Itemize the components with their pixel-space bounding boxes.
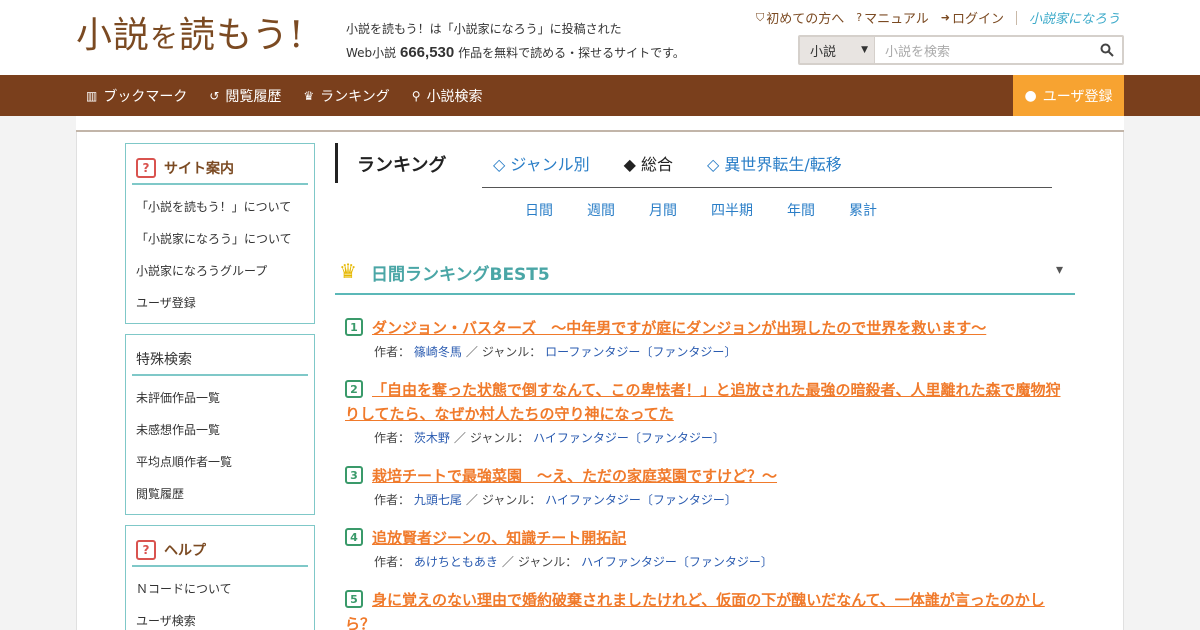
crown-icon: ♛ xyxy=(303,88,315,103)
tab-isekai[interactable]: ◇ 異世界転生/転移 xyxy=(707,151,842,175)
history-icon: ↺ xyxy=(209,88,220,103)
ranking-header-bar xyxy=(335,143,338,183)
genre-link[interactable]: ハイファンタジー〔ファンタジー〕 xyxy=(545,493,737,507)
top-links: ⛉ 初めての方へ ? マニュアル ➜ ログイン 小説家になろう xyxy=(756,8,1120,27)
genre-link[interactable]: ハイファンタジー〔ファンタジー〕 xyxy=(533,431,725,445)
nav-search[interactable]: ⚲ 小説検索 xyxy=(412,86,483,106)
sidebar-link-user-search[interactable]: ユーザ検索 xyxy=(136,605,314,630)
tagline-line1: 小説を読もう！は「小説家になろう」に投稿された xyxy=(346,22,622,36)
period-total[interactable]: 累計 xyxy=(849,200,877,220)
novel-title-link[interactable]: 栽培チートで最強菜園 ～え、ただの家庭菜園ですけど？～ xyxy=(345,464,1065,488)
help-icon: ? xyxy=(136,539,156,560)
sidebar-link-about-narou[interactable]: 「小説家になろう」について xyxy=(136,223,314,255)
novel-title-link[interactable]: 身に覚えのない理由で婚約破棄されましたけれど、仮面の下が醜いだなんて、一体誰が言… xyxy=(345,588,1065,630)
beginners-link[interactable]: ⛉ 初めての方へ xyxy=(756,8,844,28)
site-header: 小説を読もう! 小説を読もう！は「小説家になろう」に投稿された Web小説 66… xyxy=(0,0,1200,75)
period-monthly[interactable]: 月間 xyxy=(649,200,677,220)
period-weekly[interactable]: 週間 xyxy=(587,200,615,220)
ranking-title: ランキング xyxy=(357,155,447,176)
novel-title-link[interactable]: 「自由を奪った状態で倒すなんて、この卑怯者！」と追放された最強の暗殺者、人里離れ… xyxy=(345,378,1065,426)
sidebar-link-no-review[interactable]: 未感想作品一覧 xyxy=(136,414,314,446)
site-tagline: 小説を読もう！は「小説家になろう」に投稿された Web小説 666,530 作品… xyxy=(346,17,685,65)
search-box: 小説 ▼ 小説を検索 xyxy=(798,35,1124,65)
shield-icon: ⛉ xyxy=(756,10,765,24)
manual-link[interactable]: ? マニュアル xyxy=(856,8,928,27)
login-link[interactable]: ➜ ログイン xyxy=(941,8,1004,27)
period-daily[interactable]: 日間 xyxy=(525,200,553,220)
novel-title-link[interactable]: ダンジョン・バスターズ ～中年男ですが庭にダンジョンが出現したので世界を救います… xyxy=(345,316,1065,340)
nav-bookmark[interactable]: ▥ ブックマーク xyxy=(86,86,187,106)
rank-number-badge: 5 xyxy=(345,590,363,608)
main-nav: ▥ ブックマーク ↺ 閲覧履歴 ♛ ランキング ⚲ 小説検索 ● ユーザ登録 xyxy=(0,75,1200,116)
novel-meta: 作者： あけちともあき／ジャンル： ハイファンタジー〔ファンタジー〕 xyxy=(374,555,773,569)
special-search-box: 特殊検索 未評価作品一覧 未感想作品一覧 平均点順作者一覧 閲覧履歴 xyxy=(125,334,315,515)
ranking-tabs: ◇ ジャンル別 ◆ 総合 ◇ 異世界転生/転移 xyxy=(493,151,842,175)
caret-down-icon: ▼ xyxy=(861,45,868,55)
rank-number-badge: 4 xyxy=(345,528,363,546)
special-search-title: 特殊検索 xyxy=(132,343,308,376)
genre-link[interactable]: ハイファンタジー〔ファンタジー〕 xyxy=(581,555,773,569)
nav-history[interactable]: ↺ 閲覧履歴 xyxy=(209,86,281,106)
page-margin-left xyxy=(0,116,76,630)
period-yearly[interactable]: 年間 xyxy=(787,200,815,220)
search-input[interactable]: 小説を検索 xyxy=(875,37,1092,63)
sidebar-link-avg-authors[interactable]: 平均点順作者一覧 xyxy=(136,446,314,478)
sidebar-link-narou-group[interactable]: 小説家になろうグループ xyxy=(136,255,314,287)
books-icon: ▥ xyxy=(86,88,98,103)
novel-title-link[interactable]: 追放賢者ジーンの、知識チート開拓記 xyxy=(345,526,1065,550)
sidebar-link-history[interactable]: 閲覧履歴 xyxy=(136,478,314,510)
page-margin-right xyxy=(1124,116,1200,630)
rank-number-badge: 2 xyxy=(345,380,363,398)
sidebar-link-ncode[interactable]: Ｎコードについて xyxy=(136,573,314,605)
ranking-entry: 3 栽培チートで最強菜園 ～え、ただの家庭菜園ですけど？～ 作者： 九頭七尾／ジ… xyxy=(345,464,1065,512)
search-icon: ⚲ xyxy=(411,88,421,103)
site-guide-box: ? サイト案内 「小説を読もう！」について 「小説家になろう」について 小説家にな… xyxy=(125,143,315,324)
divider xyxy=(1015,10,1017,25)
tabs-divider xyxy=(482,187,1052,188)
help-box: ? ヘルプ Ｎコードについて ユーザ検索 xyxy=(125,525,315,630)
chevron-down-icon[interactable]: ▾ xyxy=(1056,262,1063,278)
logo-text: 小説を読もう! xyxy=(76,15,305,56)
crown-icon: ♛ xyxy=(339,259,357,283)
search-icon xyxy=(1100,43,1114,57)
tab-overall[interactable]: ◆ 総合 xyxy=(624,151,673,175)
site-guide-title: ? サイト案内 xyxy=(132,152,308,185)
question-icon: ? xyxy=(856,11,863,24)
nav-ranking[interactable]: ♛ ランキング xyxy=(303,86,389,106)
sidebar-link-about-yomou[interactable]: 「小説を読もう！」について xyxy=(136,191,314,223)
ranking-entry: 5 身に覚えのない理由で婚約破棄されましたけれど、仮面の下が醜いだなんて、一体誰… xyxy=(345,588,1065,630)
sidebar-link-unrated[interactable]: 未評価作品一覧 xyxy=(136,382,314,414)
login-icon: ➜ xyxy=(940,11,950,24)
author-link[interactable]: 九頭七尾 xyxy=(414,493,462,507)
ranking-entry: 2 「自由を奪った状態で倒すなんて、この卑怯者！」と追放された最強の暗殺者、人里… xyxy=(345,378,1065,450)
sidebar-link-register[interactable]: ユーザ登録 xyxy=(136,287,314,319)
period-quarterly[interactable]: 四半期 xyxy=(711,200,753,220)
ranking-entry: 1 ダンジョン・バスターズ ～中年男ですが庭にダンジョンが出現したので世界を救い… xyxy=(345,316,1065,364)
register-button[interactable]: ● ユーザ登録 xyxy=(1013,75,1124,116)
period-tabs: 日間 週間 月間 四半期 年間 累計 xyxy=(525,200,911,220)
help-icon: ? xyxy=(136,157,156,178)
novel-meta: 作者： 茨木野／ジャンル： ハイファンタジー〔ファンタジー〕 xyxy=(374,431,725,445)
tab-genre[interactable]: ◇ ジャンル別 xyxy=(493,151,590,175)
author-link[interactable]: あけちともあき xyxy=(414,555,498,569)
help-title: ? ヘルプ xyxy=(132,534,308,567)
author-link[interactable]: 篠崎冬馬 xyxy=(414,345,462,359)
ranking-entry: 4 追放賢者ジーンの、知識チート開拓記 作者： あけちともあき／ジャンル： ハイ… xyxy=(345,526,1065,574)
site-logo[interactable]: 小説を読もう! xyxy=(76,12,304,64)
author-link[interactable]: 茨木野 xyxy=(414,431,450,445)
daily-best-title: 日間ランキングBEST5 xyxy=(371,265,550,285)
search-type-select[interactable]: 小説 ▼ xyxy=(800,37,875,63)
search-button[interactable] xyxy=(1092,37,1122,63)
genre-link[interactable]: ローファンタジー〔ファンタジー〕 xyxy=(545,345,736,359)
user-icon: ● xyxy=(1024,87,1037,104)
tagline-line2: Web小説 666,530 作品を無料で読める・探せるサイトです。 xyxy=(346,44,685,61)
daily-best-header[interactable]: ♛ 日間ランキングBEST5 ▾ xyxy=(335,250,1075,295)
novel-count: 666,530 xyxy=(400,44,455,61)
novel-meta: 作者： 九頭七尾／ジャンル： ハイファンタジー〔ファンタジー〕 xyxy=(374,493,737,507)
rank-number-badge: 3 xyxy=(345,466,363,484)
rank-number-badge: 1 xyxy=(345,318,363,336)
narou-logo-link[interactable]: 小説家になろう xyxy=(1029,8,1120,27)
novel-meta: 作者： 篠崎冬馬／ジャンル： ローファンタジー〔ファンタジー〕 xyxy=(374,345,737,359)
